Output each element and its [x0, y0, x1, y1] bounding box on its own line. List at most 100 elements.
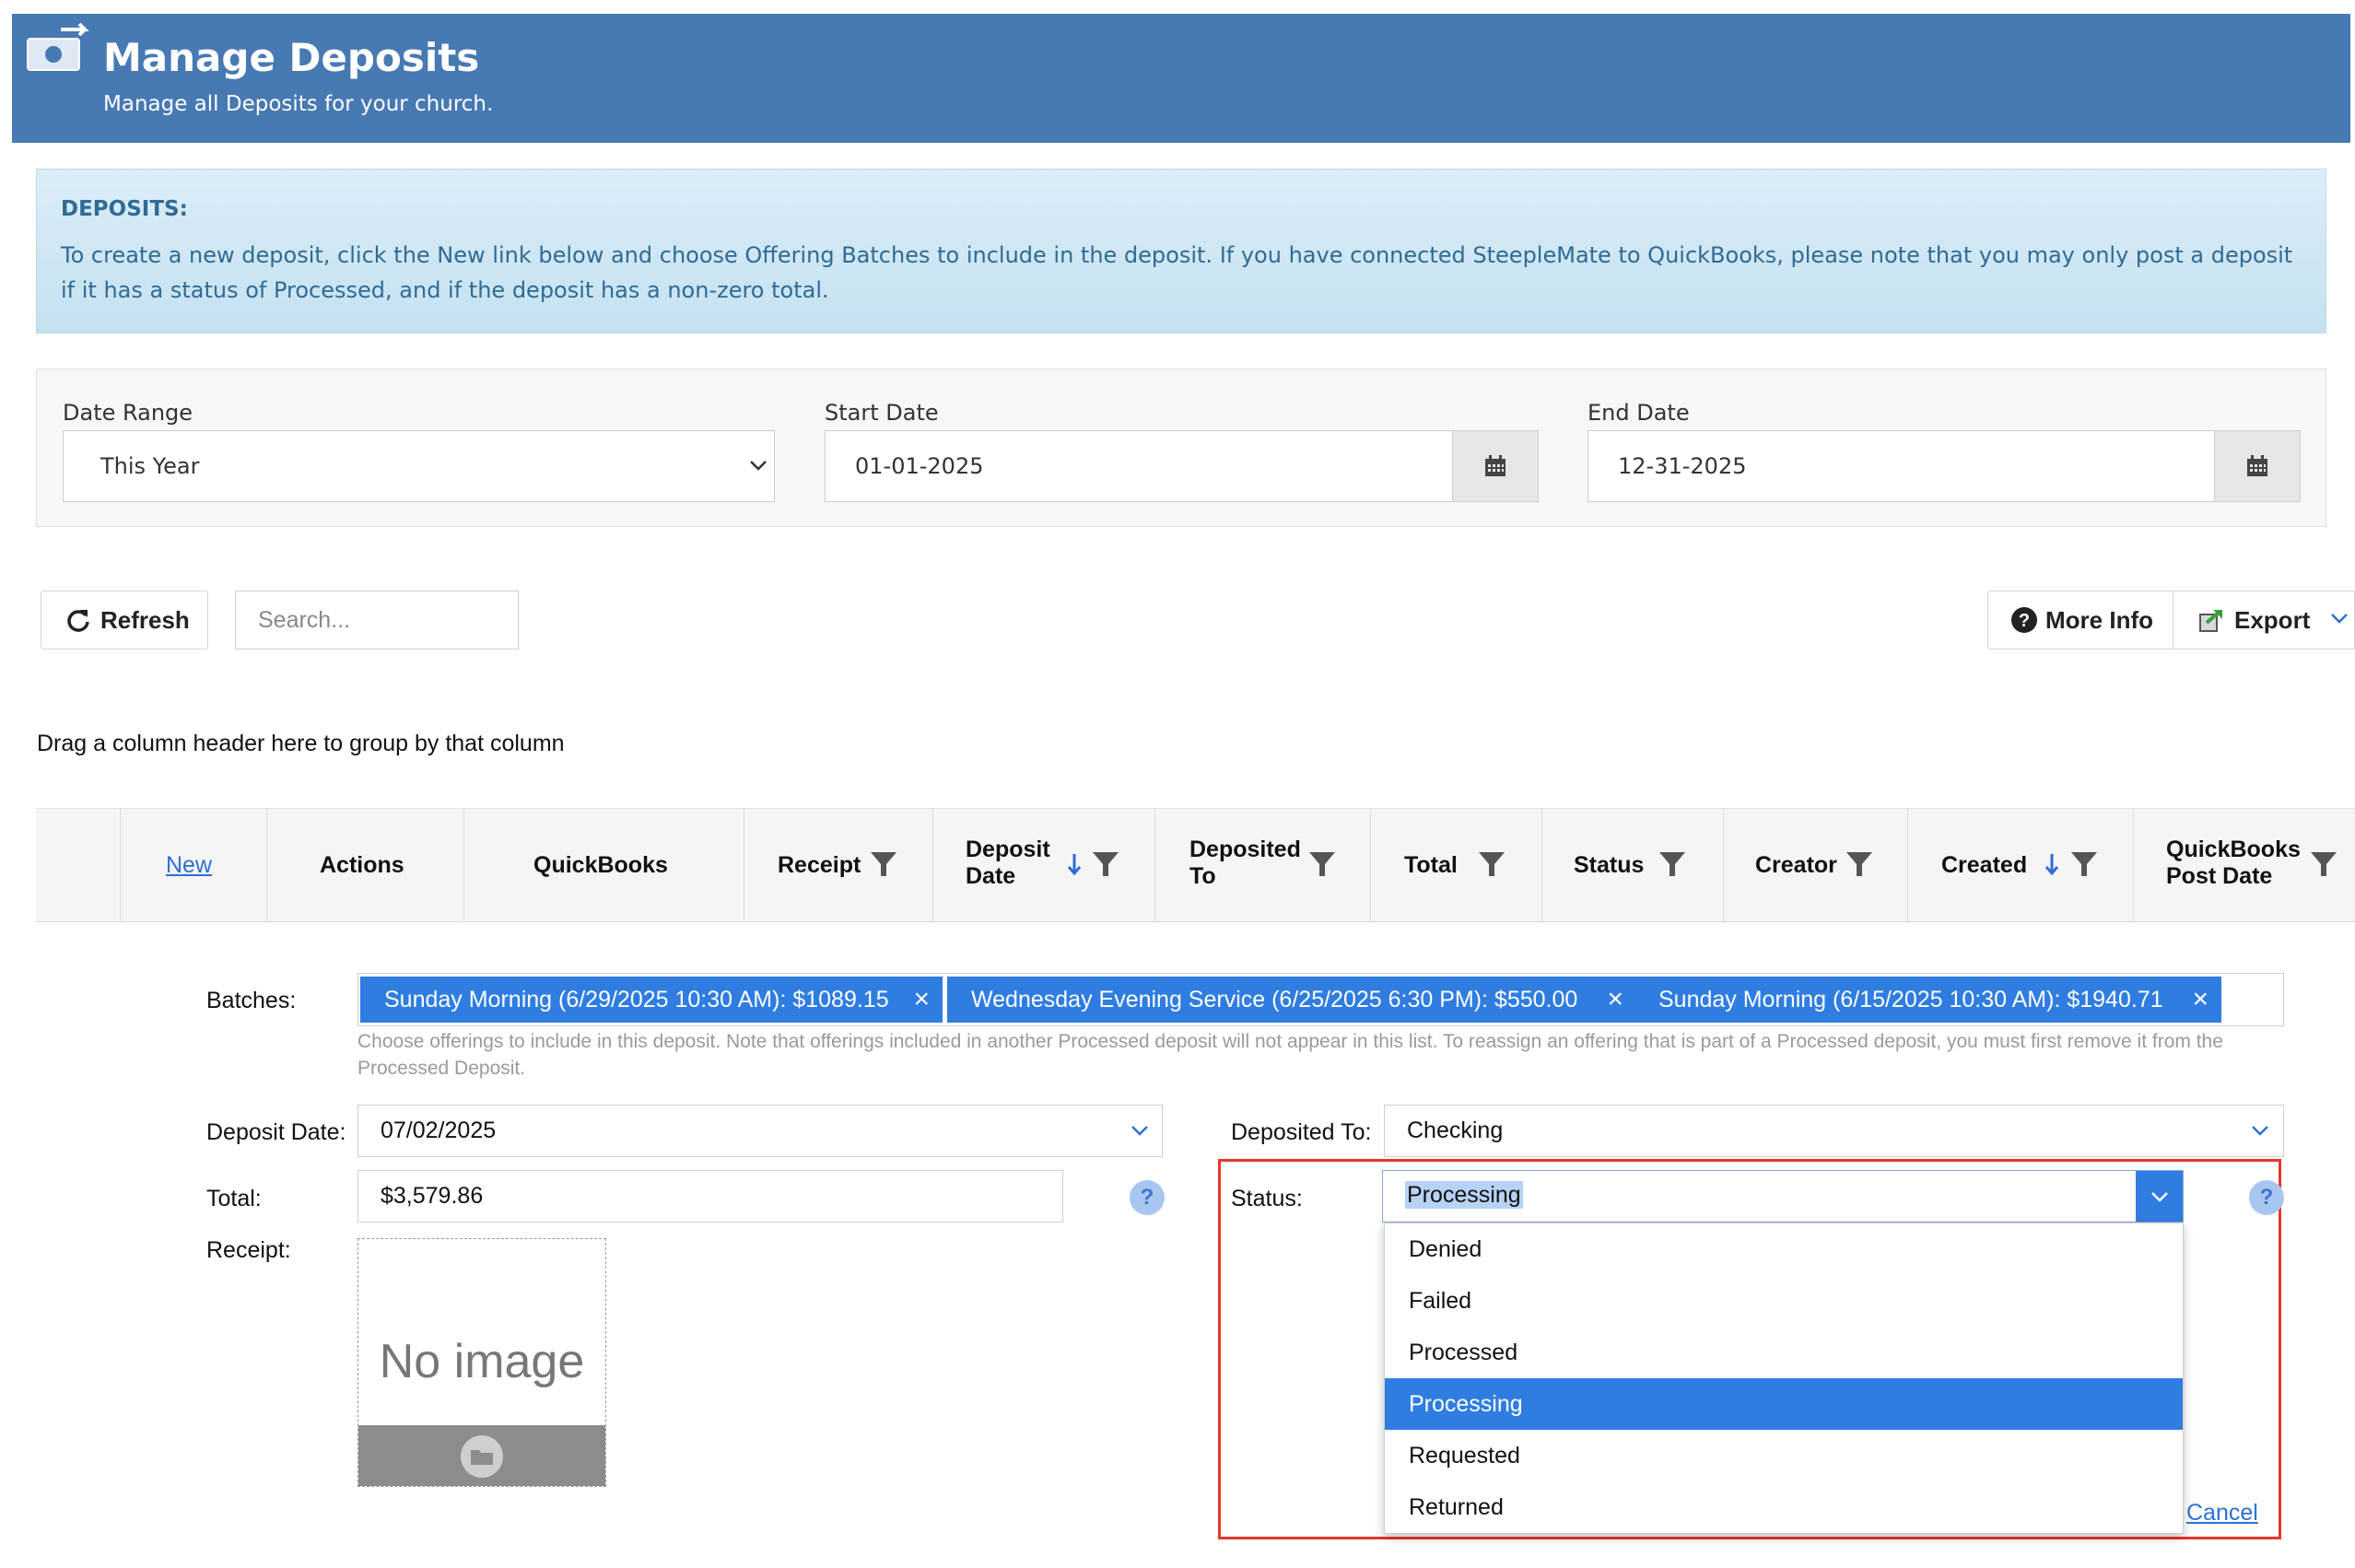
- status-dropdown-toggle[interactable]: [2136, 1171, 2183, 1222]
- info-title: DEPOSITS:: [61, 197, 188, 221]
- total-input[interactable]: $3,579.86: [357, 1170, 1063, 1223]
- chevron-down-icon[interactable]: [1130, 1124, 1150, 1137]
- status-option-requested[interactable]: Requested: [1385, 1430, 2183, 1481]
- start-date-input[interactable]: 01-01-2025: [825, 430, 1453, 502]
- refresh-label: Refresh: [100, 605, 190, 634]
- start-date-label: Start Date: [825, 400, 939, 426]
- filter-icon[interactable]: [870, 850, 897, 878]
- money-transfer-icon: [27, 22, 89, 71]
- status-dropdown-list: Denied Failed Processed Processing Reque…: [1384, 1223, 2184, 1534]
- filter-icon[interactable]: [1478, 850, 1506, 878]
- sort-desc-arrow-icon: [2045, 854, 2059, 876]
- column-header-deposited-to[interactable]: Deposited To: [1189, 837, 1301, 890]
- export-icon: [2199, 610, 2222, 632]
- column-separator: [1907, 808, 1908, 922]
- column-header-receipt[interactable]: Receipt: [778, 852, 861, 879]
- end-date-input[interactable]: 12-31-2025: [1588, 430, 2215, 502]
- column-header-actions[interactable]: Actions: [320, 852, 404, 879]
- no-image-text: No image: [379, 1335, 585, 1388]
- column-header-deposit-date[interactable]: Deposit Date: [966, 837, 1050, 890]
- page-title: Manage Deposits: [103, 35, 480, 80]
- deposited-to-label: Deposited To:: [1231, 1119, 1372, 1145]
- column-separator: [1541, 808, 1542, 922]
- filter-icon[interactable]: [1658, 850, 1686, 878]
- info-text: To create a new deposit, click the New l…: [61, 242, 2293, 303]
- batch-tag[interactable]: Sunday Morning (6/29/2025 10:30 AM): $10…: [360, 977, 943, 1023]
- column-header-deposited-to-line2: To: [1189, 863, 1216, 889]
- column-separator: [2133, 808, 2134, 922]
- batch-tag-label: Sunday Morning (6/15/2025 10:30 AM): $19…: [1658, 987, 2163, 1012]
- column-header-deposit-date-line2: Date: [966, 863, 1016, 889]
- total-label: Total:: [206, 1186, 262, 1211]
- column-header-deposited-to-line1: Deposited: [1189, 837, 1301, 862]
- date-range-select[interactable]: This Year: [63, 430, 775, 502]
- filter-icon[interactable]: [1845, 850, 1873, 878]
- help-icon[interactable]: ?: [2249, 1180, 2284, 1215]
- chevron-down-icon: [2150, 1191, 2168, 1202]
- filter-icon[interactable]: [2310, 850, 2337, 878]
- batch-tag[interactable]: Sunday Morning (6/15/2025 10:30 AM): $19…: [1634, 977, 2221, 1023]
- deposit-date-picker[interactable]: 07/02/2025: [357, 1105, 1163, 1157]
- batches-label: Batches:: [206, 988, 297, 1013]
- start-date-calendar-button[interactable]: [1452, 430, 1539, 502]
- column-header-quickbooks[interactable]: QuickBooks: [533, 852, 668, 879]
- status-option-returned[interactable]: Returned: [1385, 1481, 2183, 1533]
- status-option-processing[interactable]: Processing: [1385, 1378, 2183, 1430]
- new-deposit-link[interactable]: New: [166, 852, 212, 879]
- help-icon[interactable]: ?: [1130, 1180, 1165, 1215]
- column-header-qb-post-date-line1: QuickBooks: [2166, 837, 2301, 862]
- total-value: $3,579.86: [381, 1183, 484, 1209]
- chevron-down-icon[interactable]: [2250, 1124, 2270, 1137]
- column-header-qb-post-date[interactable]: QuickBooks Post Date: [2166, 837, 2301, 890]
- status-option-denied[interactable]: Denied: [1385, 1223, 2183, 1275]
- batch-tag-label: Sunday Morning (6/29/2025 10:30 AM): $10…: [384, 987, 889, 1012]
- deposit-date-label: Deposit Date:: [206, 1119, 346, 1145]
- receipt-label: Receipt:: [206, 1237, 291, 1263]
- more-info-button[interactable]: ? More Info: [1987, 591, 2173, 649]
- end-date-value: 12-31-2025: [1618, 453, 1747, 479]
- remove-tag-icon[interactable]: ×: [2192, 977, 2209, 1023]
- deposit-date-value: 07/02/2025: [381, 1117, 497, 1143]
- status-selected-value: Processing: [1405, 1181, 1523, 1209]
- column-header-total[interactable]: Total: [1404, 852, 1458, 879]
- column-header-qb-post-date-line2: Post Date: [2166, 863, 2273, 889]
- remove-tag-icon[interactable]: ×: [1607, 977, 1623, 1023]
- column-header-status[interactable]: Status: [1574, 852, 1644, 879]
- search-input[interactable]: Search...: [235, 591, 519, 649]
- more-info-label: More Info: [2045, 605, 2153, 634]
- column-header-created[interactable]: Created: [1941, 852, 2027, 879]
- batch-tag-label: Wednesday Evening Service (6/25/2025 6:3…: [971, 987, 1578, 1012]
- folder-upload-icon[interactable]: [460, 1434, 504, 1479]
- page-subtitle: Manage all Deposits for your church.: [103, 92, 494, 116]
- remove-tag-icon[interactable]: ×: [913, 977, 930, 1023]
- date-range-value: This Year: [100, 453, 200, 479]
- status-option-failed[interactable]: Failed: [1385, 1275, 2183, 1327]
- export-button[interactable]: Export: [2173, 591, 2355, 649]
- deposited-to-select[interactable]: Checking: [1384, 1105, 2284, 1157]
- date-range-label: Date Range: [63, 400, 193, 426]
- chevron-down-icon[interactable]: [2329, 612, 2349, 625]
- end-date-calendar-button[interactable]: [2214, 430, 2301, 502]
- filter-icon[interactable]: [1092, 850, 1119, 878]
- batch-tag[interactable]: Wednesday Evening Service (6/25/2025 6:3…: [947, 977, 1636, 1023]
- filter-icon[interactable]: [1308, 850, 1336, 878]
- column-separator: [932, 808, 933, 922]
- refresh-button[interactable]: Refresh: [41, 591, 208, 649]
- question-circle-icon: ?: [2011, 607, 2037, 633]
- group-by-hint[interactable]: Drag a column header here to group by th…: [37, 731, 565, 757]
- column-separator: [463, 808, 464, 922]
- sort-desc-arrow-icon: [1067, 854, 1082, 876]
- svg-text:?: ?: [2019, 611, 2030, 631]
- column-separator: [266, 808, 267, 922]
- start-date-value: 01-01-2025: [855, 453, 984, 479]
- deposited-to-value: Checking: [1407, 1117, 1504, 1143]
- end-date-label: End Date: [1588, 400, 1690, 426]
- status-label: Status:: [1231, 1186, 1303, 1211]
- status-option-processed[interactable]: Processed: [1385, 1327, 2183, 1378]
- filter-icon[interactable]: [2070, 850, 2098, 878]
- cancel-link[interactable]: Cancel: [2186, 1500, 2258, 1527]
- calendar-icon: [1485, 455, 1506, 476]
- refresh-icon: [67, 610, 89, 632]
- batches-hint: Choose offerings to include in this depo…: [357, 1031, 2223, 1079]
- column-header-creator[interactable]: Creator: [1755, 852, 1837, 879]
